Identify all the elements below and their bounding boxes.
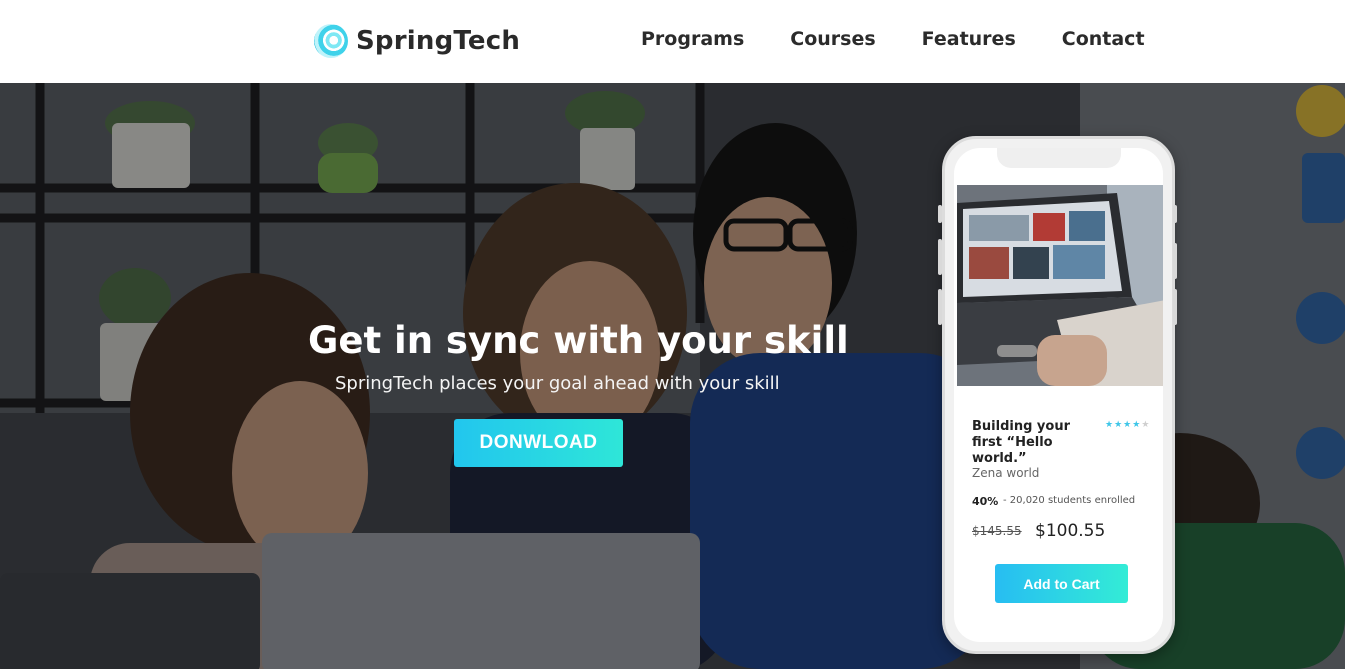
laptop-photo-icon (957, 185, 1163, 386)
phone-notch (997, 148, 1121, 168)
discount-badge: 40% (972, 495, 999, 508)
new-price: $100.55 (1035, 521, 1106, 541)
star-icon: ★ (1141, 420, 1151, 430)
rating-stars: ★★★★★ (1105, 420, 1150, 430)
main-nav: Programs Courses Features Contact (641, 28, 1145, 50)
nav-item-courses[interactable]: Courses (790, 28, 875, 50)
phone-side-button (938, 239, 942, 275)
course-title[interactable]: Building your first “Hello world.” (972, 419, 1102, 467)
star-icon: ★ (1132, 420, 1142, 430)
add-to-cart-button[interactable]: Add to Cart (995, 564, 1128, 603)
phone-side-button (938, 289, 942, 325)
hero-title: Get in sync with your skill (308, 319, 849, 362)
star-icon: ★ (1123, 420, 1133, 430)
star-icon: ★ (1105, 420, 1115, 430)
phone-side-button (1173, 205, 1177, 223)
course-author: Zena world (972, 466, 1040, 480)
star-icon: ★ (1114, 420, 1124, 430)
nav-item-programs[interactable]: Programs (641, 28, 744, 50)
navbar: SpringTech Programs Courses Features Con… (0, 0, 1345, 83)
phone-side-button (938, 205, 942, 223)
hero-section: Get in sync with your skill SpringTech p… (0, 83, 1345, 669)
nav-item-features[interactable]: Features (922, 28, 1016, 50)
phone-mockup: Building your first “Hello world.” ★★★★★… (938, 136, 1177, 654)
hero-subtitle: SpringTech places your goal ahead with y… (335, 373, 780, 394)
brand-name: SpringTech (356, 26, 521, 56)
phone-side-button (1173, 243, 1177, 279)
course-thumbnail-image[interactable] (957, 185, 1163, 386)
old-price: $145.55 (972, 524, 1022, 538)
download-button[interactable]: DONWLOAD (454, 419, 623, 467)
phone-screen: Building your first “Hello world.” ★★★★★… (954, 148, 1163, 642)
enrolled-count: - 20,020 students enrolled (1003, 495, 1136, 506)
nav-item-contact[interactable]: Contact (1062, 28, 1145, 50)
phone-side-button (1173, 289, 1177, 325)
brand-logo-link[interactable]: SpringTech (314, 24, 520, 58)
spiral-logo-icon (314, 24, 348, 58)
